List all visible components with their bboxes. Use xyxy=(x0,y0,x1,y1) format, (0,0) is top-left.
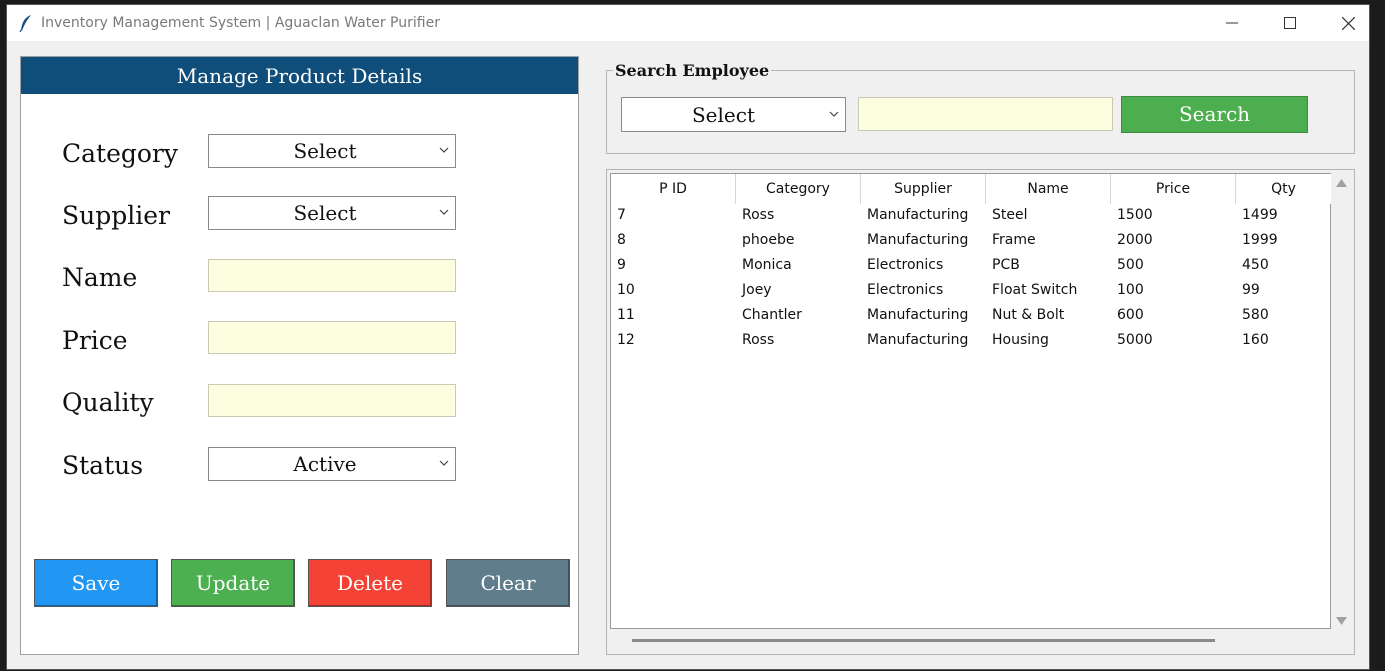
horizontal-scroll-thumb[interactable] xyxy=(632,639,1215,642)
cell-price: 2000 xyxy=(1117,232,1153,248)
cell-category: phoebe xyxy=(742,232,795,248)
cell-category: Chantler xyxy=(742,307,802,323)
cell-qty: 1499 xyxy=(1242,207,1278,223)
horizontal-scrollbar[interactable] xyxy=(610,630,1331,651)
status-select-value: Active xyxy=(293,452,357,476)
cell-pid: 10 xyxy=(617,282,635,298)
cell-category: Ross xyxy=(742,207,775,223)
search-button[interactable]: Search xyxy=(1121,96,1308,133)
save-button[interactable]: Save xyxy=(34,559,158,607)
cell-price: 5000 xyxy=(1117,332,1153,348)
cell-pid: 8 xyxy=(617,232,626,248)
cell-qty: 1999 xyxy=(1242,232,1278,248)
name-input[interactable] xyxy=(208,259,456,292)
cell-pid: 9 xyxy=(617,257,626,273)
search-group-title: Search Employee xyxy=(613,61,772,80)
category-select[interactable]: Select xyxy=(208,134,456,168)
table-body: 7 Ross Manufacturing Steel 1500 1499 8 p… xyxy=(611,204,1331,354)
table-row[interactable]: 10 Joey Electronics Float Switch 100 99 xyxy=(611,279,1331,304)
close-button[interactable] xyxy=(1320,5,1376,41)
table-row[interactable]: 8 phoebe Manufacturing Frame 2000 1999 xyxy=(611,229,1331,254)
product-table[interactable]: P ID Category Supplier Name Price Qty 7 … xyxy=(610,173,1331,629)
cell-supplier: Electronics xyxy=(867,257,944,273)
cell-pid: 7 xyxy=(617,207,626,223)
delete-button[interactable]: Delete xyxy=(308,559,432,607)
table-row[interactable]: 12 Ross Manufacturing Housing 5000 160 xyxy=(611,329,1331,354)
status-label: Status xyxy=(62,451,144,480)
chevron-down-icon xyxy=(439,209,449,215)
column-header-name[interactable]: Name xyxy=(986,174,1111,204)
close-icon xyxy=(1341,16,1355,30)
clear-button[interactable]: Clear xyxy=(446,559,570,607)
chevron-down-icon xyxy=(829,111,839,117)
supplier-select-value: Select xyxy=(293,201,357,225)
maximize-button[interactable] xyxy=(1262,5,1318,41)
cell-supplier: Manufacturing xyxy=(867,232,969,248)
price-label: Price xyxy=(62,326,128,355)
cell-category: Joey xyxy=(742,282,772,298)
table-header: P ID Category Supplier Name Price Qty xyxy=(611,174,1331,204)
maximize-icon xyxy=(1284,17,1296,29)
app-window: Inventory Management System | Aguaclan W… xyxy=(6,4,1370,670)
column-header-qty[interactable]: Qty xyxy=(1236,174,1331,204)
quality-label: Quality xyxy=(62,388,154,417)
cell-qty: 580 xyxy=(1242,307,1269,323)
cell-price: 500 xyxy=(1117,257,1144,273)
name-label: Name xyxy=(62,263,138,292)
chevron-down-icon xyxy=(439,147,449,153)
cell-supplier: Manufacturing xyxy=(867,307,969,323)
supplier-select[interactable]: Select xyxy=(208,196,456,230)
cell-supplier: Manufacturing xyxy=(867,332,969,348)
status-select[interactable]: Active xyxy=(208,447,456,481)
cell-qty: 160 xyxy=(1242,332,1269,348)
column-header-supplier[interactable]: Supplier xyxy=(861,174,986,204)
cell-pid: 12 xyxy=(617,332,635,348)
cell-price: 1500 xyxy=(1117,207,1153,223)
search-input[interactable] xyxy=(858,97,1113,131)
product-form-panel: Manage Product Details Category Select S… xyxy=(20,56,579,655)
window-title: Inventory Management System | Aguaclan W… xyxy=(41,15,440,31)
column-header-price[interactable]: Price xyxy=(1111,174,1236,204)
cell-name: Housing xyxy=(992,332,1049,348)
minimize-icon xyxy=(1226,22,1238,24)
supplier-label: Supplier xyxy=(62,201,170,230)
cell-name: PCB xyxy=(992,257,1020,273)
scroll-up-icon xyxy=(1336,179,1347,187)
search-by-select[interactable]: Select xyxy=(621,97,846,132)
title-bar[interactable]: Inventory Management System | Aguaclan W… xyxy=(7,5,1369,41)
cell-supplier: Electronics xyxy=(867,282,944,298)
cell-price: 100 xyxy=(1117,282,1144,298)
cell-name: Steel xyxy=(992,207,1028,223)
cell-supplier: Manufacturing xyxy=(867,207,969,223)
chevron-down-icon xyxy=(439,460,449,466)
vertical-scrollbar[interactable] xyxy=(1331,173,1352,629)
panel-title: Manage Product Details xyxy=(21,57,578,94)
price-input[interactable] xyxy=(208,321,456,354)
cell-category: Ross xyxy=(742,332,775,348)
scroll-down-icon xyxy=(1336,617,1347,625)
cell-qty: 450 xyxy=(1242,257,1269,273)
category-select-value: Select xyxy=(293,139,357,163)
table-row[interactable]: 11 Chantler Manufacturing Nut & Bolt 600… xyxy=(611,304,1331,329)
category-label: Category xyxy=(62,139,179,168)
quality-input[interactable] xyxy=(208,384,456,417)
table-row[interactable]: 7 Ross Manufacturing Steel 1500 1499 xyxy=(611,204,1331,229)
table-row[interactable]: 9 Monica Electronics PCB 500 450 xyxy=(611,254,1331,279)
cell-name: Nut & Bolt xyxy=(992,307,1065,323)
column-header-pid[interactable]: P ID xyxy=(611,174,736,204)
feather-icon xyxy=(19,15,31,32)
column-header-category[interactable]: Category xyxy=(736,174,861,204)
minimize-button[interactable] xyxy=(1204,5,1260,41)
cell-price: 600 xyxy=(1117,307,1144,323)
search-by-select-value: Select xyxy=(691,103,755,127)
cell-name: Frame xyxy=(992,232,1036,248)
update-button[interactable]: Update xyxy=(171,559,295,607)
cell-pid: 11 xyxy=(617,307,635,323)
cell-category: Monica xyxy=(742,257,792,273)
cell-qty: 99 xyxy=(1242,282,1260,298)
cell-name: Float Switch xyxy=(992,282,1078,298)
